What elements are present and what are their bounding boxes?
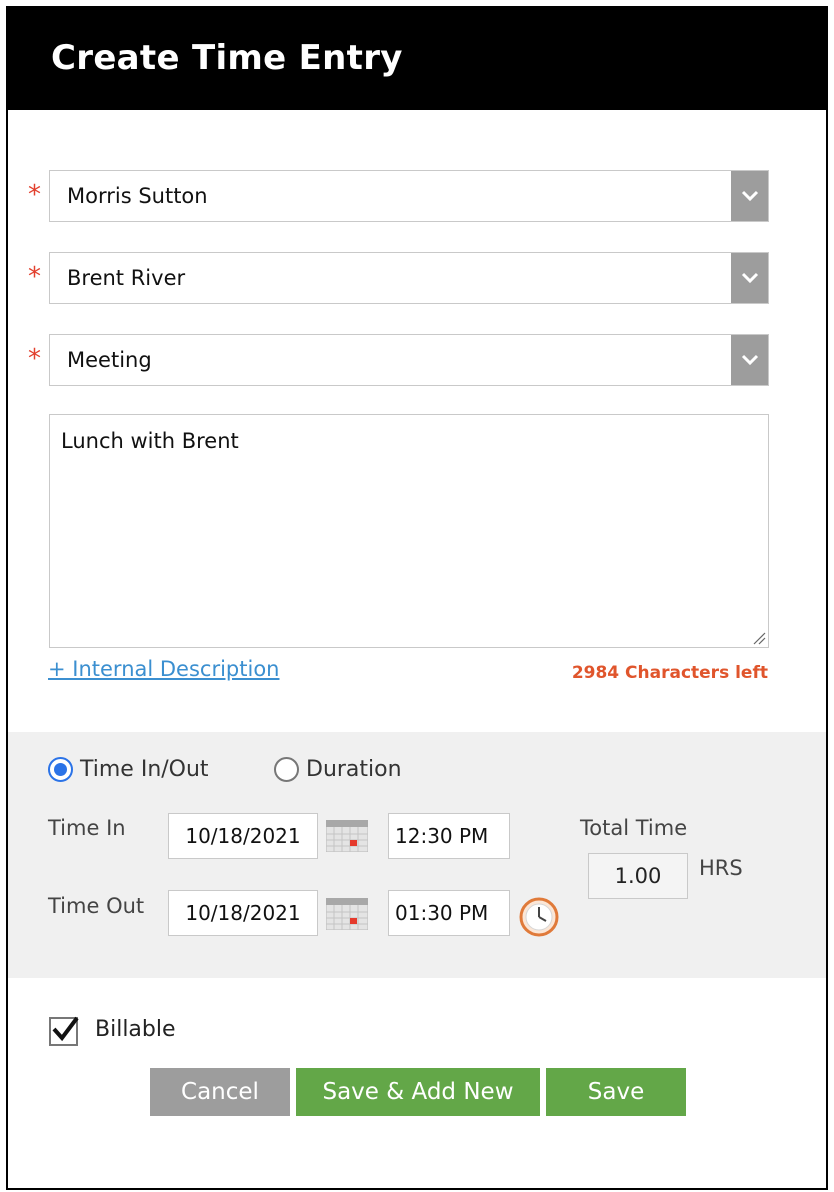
characters-left-counter: 2984 Characters left <box>571 663 768 683</box>
employee-select[interactable]: Morris Sutton <box>49 170 769 222</box>
dialog-title: Create Time Entry <box>51 38 403 78</box>
resize-grip-icon[interactable] <box>752 631 766 645</box>
activity-select-value: Meeting <box>67 348 152 372</box>
description-text: Lunch with Brent <box>61 429 239 453</box>
employee-select-value: Morris Sutton <box>67 184 208 208</box>
time-out-date-input[interactable]: 10/18/2021 <box>168 890 318 936</box>
time-panel: Time In/Out Duration Time In 10/18/2021 … <box>8 732 826 978</box>
total-time-label: Total Time <box>580 816 688 840</box>
radio-button-selected[interactable] <box>48 757 73 782</box>
create-time-entry-dialog: Create Time Entry * Morris Sutton * Bren… <box>6 6 828 1190</box>
description-textarea[interactable]: Lunch with Brent <box>49 414 769 648</box>
total-time-value: 1.00 <box>588 853 688 899</box>
required-marker: * <box>28 344 41 374</box>
time-out-time-input[interactable]: 01:30 PM <box>388 890 510 936</box>
time-in-time-input[interactable]: 12:30 PM <box>388 813 510 859</box>
time-out-label: Time Out <box>48 894 145 918</box>
chevron-down-icon[interactable] <box>731 253 768 303</box>
total-time-unit: HRS <box>699 856 743 880</box>
checkmark-icon <box>52 1016 79 1042</box>
clock-icon[interactable] <box>518 896 560 938</box>
activity-select[interactable]: Meeting <box>49 334 769 386</box>
save-and-add-new-button[interactable]: Save & Add New <box>296 1068 540 1116</box>
billable-label: Billable <box>95 1017 176 1042</box>
radio-button-unselected[interactable] <box>274 757 299 782</box>
cancel-button[interactable]: Cancel <box>150 1068 290 1116</box>
radio-time-in-out-label: Time In/Out <box>80 757 209 782</box>
radio-time-in-out[interactable]: Time In/Out <box>48 757 209 782</box>
save-button[interactable]: Save <box>546 1068 686 1116</box>
calendar-icon[interactable] <box>326 898 368 930</box>
chevron-down-icon[interactable] <box>731 335 768 385</box>
time-in-date-input[interactable]: 10/18/2021 <box>168 813 318 859</box>
time-in-label: Time In <box>48 816 126 840</box>
client-select-value: Brent River <box>67 266 186 290</box>
calendar-icon[interactable] <box>326 820 368 852</box>
dialog-header: Create Time Entry <box>8 8 826 110</box>
billable-checkbox[interactable] <box>49 1016 79 1046</box>
client-select[interactable]: Brent River <box>49 252 769 304</box>
radio-duration[interactable]: Duration <box>274 757 402 782</box>
required-marker: * <box>28 180 41 210</box>
radio-duration-label: Duration <box>306 757 402 782</box>
internal-description-link[interactable]: + Internal Description <box>48 657 279 681</box>
required-marker: * <box>28 262 41 292</box>
chevron-down-icon[interactable] <box>731 171 768 221</box>
